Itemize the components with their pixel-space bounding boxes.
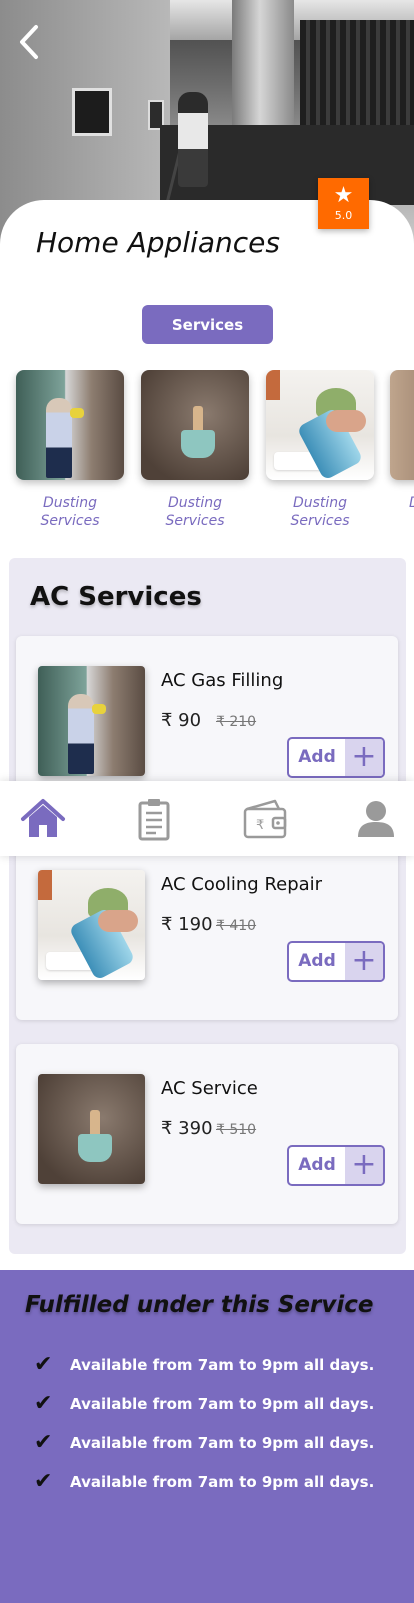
- service-price: ₹ 90: [161, 710, 202, 731]
- category-label: Dusting Services: [40, 495, 100, 529]
- service-old-price: ₹ 510: [216, 1122, 257, 1138]
- category-image: [266, 370, 374, 480]
- category-image: [141, 370, 249, 480]
- back-arrow-icon[interactable]: [18, 24, 48, 64]
- category-label: D S: [409, 494, 414, 512]
- add-button[interactable]: Add +: [287, 1145, 385, 1186]
- service-card[interactable]: AC Cooling Repair ₹ 190 ₹ 410 Add +: [16, 840, 398, 1020]
- plus-icon[interactable]: +: [345, 943, 383, 980]
- services-button[interactable]: Services: [142, 305, 273, 344]
- add-button-label: Add: [298, 951, 336, 971]
- service-price: ₹ 390: [161, 1118, 213, 1139]
- plus-icon[interactable]: +: [345, 739, 383, 776]
- check-icon: ✔: [34, 1469, 53, 1494]
- service-price: ₹ 190: [161, 914, 213, 935]
- service-image: [38, 870, 145, 980]
- wallet-icon[interactable]: ₹: [241, 795, 289, 843]
- page-title: Home Appliances: [36, 226, 280, 259]
- fulfilled-point: ✔ Available from 7am to 9pm all days.: [34, 1391, 374, 1417]
- fulfilled-point-text: Available from 7am to 9pm all days.: [70, 1434, 375, 1452]
- rupee-symbol: ₹: [256, 818, 264, 833]
- category-label: Dusting Services: [290, 495, 350, 529]
- fulfilled-point-text: Available from 7am to 9pm all days.: [70, 1395, 375, 1413]
- category-label: Dusting Services: [165, 495, 225, 529]
- category-item[interactable]: D S: [390, 370, 414, 512]
- fulfilled-point-text: Available from 7am to 9pm all days.: [70, 1356, 375, 1374]
- rating-badge: ★ 5.0: [318, 178, 369, 229]
- plus-icon[interactable]: +: [345, 1147, 383, 1184]
- profile-icon[interactable]: [352, 795, 400, 843]
- home-icon[interactable]: [19, 795, 67, 843]
- check-icon: ✔: [34, 1391, 53, 1416]
- add-button[interactable]: Add +: [287, 737, 385, 778]
- bottom-navbar: ₹: [0, 781, 414, 856]
- add-button-label: Add: [298, 747, 336, 767]
- orders-icon[interactable]: [130, 795, 178, 843]
- star-icon: ★: [333, 183, 354, 208]
- category-carousel[interactable]: Dusting Services Dusting Services Dustin…: [0, 370, 414, 530]
- service-image: [38, 1074, 145, 1184]
- add-button[interactable]: Add +: [287, 941, 385, 982]
- service-name: AC Gas Filling: [161, 670, 284, 691]
- section-title: AC Services: [30, 582, 202, 612]
- fulfilled-point: ✔ Available from 7am to 9pm all days.: [34, 1430, 374, 1456]
- fulfilled-point: ✔ Available from 7am to 9pm all days.: [34, 1469, 374, 1495]
- category-image: [390, 370, 414, 480]
- category-item[interactable]: Dusting Services: [141, 370, 249, 530]
- service-card[interactable]: AC Service ₹ 390 ₹ 510 Add +: [16, 1044, 398, 1224]
- service-image: [38, 666, 145, 776]
- check-icon: ✔: [34, 1430, 53, 1455]
- fulfilled-point: ✔ Available from 7am to 9pm all days.: [34, 1352, 374, 1378]
- service-old-price: ₹ 210: [216, 714, 257, 730]
- service-name: AC Service: [161, 1078, 258, 1099]
- rating-value: 5.0: [334, 209, 353, 222]
- fulfilled-title: Fulfilled under this Service: [25, 1292, 374, 1318]
- category-image: [16, 370, 124, 480]
- category-item[interactable]: Dusting Services: [16, 370, 124, 530]
- category-item[interactable]: Dusting Services: [266, 370, 374, 530]
- service-name: AC Cooling Repair: [161, 874, 323, 895]
- fulfilled-point-text: Available from 7am to 9pm all days.: [70, 1473, 375, 1491]
- add-button-label: Add: [298, 1155, 336, 1175]
- check-icon: ✔: [34, 1352, 53, 1377]
- service-old-price: ₹ 410: [216, 918, 257, 934]
